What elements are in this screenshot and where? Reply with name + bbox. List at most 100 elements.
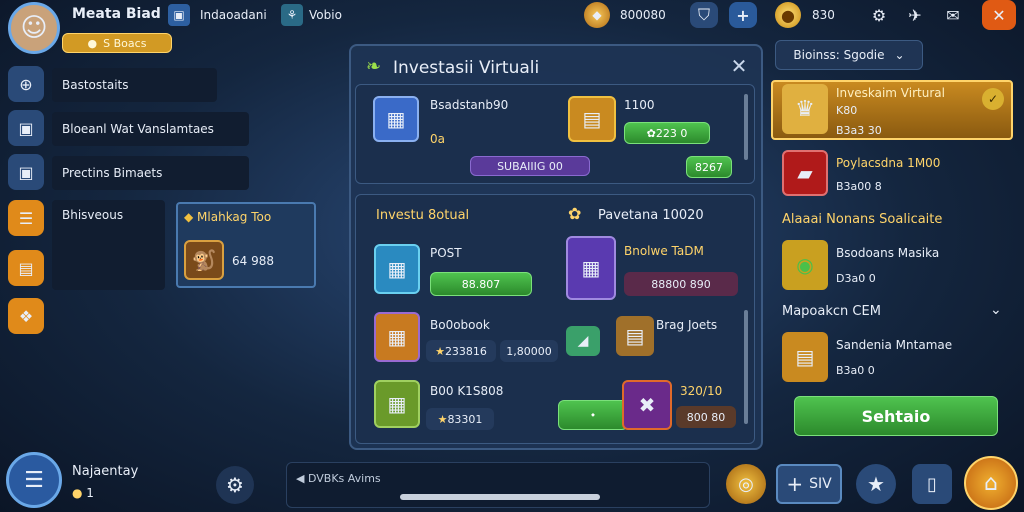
- item-action-5[interactable]: ⬩: [558, 400, 628, 430]
- menu-item-2[interactable]: Bloeanl Wat Vanslamtaes: [52, 112, 249, 146]
- scrollbar[interactable]: [744, 94, 748, 160]
- item-name-1: POST: [430, 246, 462, 260]
- feature-card[interactable]: ◆ Mlahkag Too 🐒 64 988: [176, 202, 316, 288]
- tab-1[interactable]: Indaoadani: [200, 8, 267, 22]
- item-value-3[interactable]: ★ 233816: [426, 340, 496, 362]
- left-icon-4[interactable]: ☰: [8, 200, 44, 236]
- blue-cube-icon: ▦: [373, 96, 419, 142]
- flower-icon: ✿: [568, 204, 582, 223]
- phone-icon[interactable]: ▯: [912, 464, 952, 504]
- trophy-icon: ♛: [782, 84, 828, 134]
- chat-bar[interactable]: [286, 462, 710, 508]
- gear-icon[interactable]: ⚙: [216, 466, 254, 504]
- chevron-down-icon[interactable]: ⌄: [990, 302, 1002, 318]
- top-price-bar[interactable]: ✿ 223 0: [624, 122, 710, 144]
- action-label: Sehtaio: [861, 406, 931, 426]
- menu-icon[interactable]: ☰: [6, 452, 62, 508]
- item-value-2[interactable]: 88800 890: [624, 272, 738, 296]
- chat-message: DVBKs Avims: [307, 472, 381, 485]
- tab2-icon[interactable]: ⚘: [281, 4, 303, 26]
- chevron-down-icon: ⌄: [894, 48, 905, 62]
- item2-val: B3a00 8: [836, 180, 882, 193]
- left-icon-3[interactable]: ▣: [8, 154, 44, 190]
- tab1-icon[interactable]: ▣: [168, 4, 190, 26]
- top-price-label: 1100: [624, 98, 655, 112]
- check-icon[interactable]: ✓: [982, 88, 1004, 110]
- card-title-text: Mlahkag Too: [197, 210, 272, 224]
- top-value-text: 8267: [695, 160, 723, 174]
- monkey-icon: 🐒: [184, 240, 224, 280]
- item-icon-3: ▦: [374, 312, 420, 362]
- plus-button[interactable]: + SIV: [776, 464, 842, 504]
- item-value-text: 88800 890: [651, 277, 711, 291]
- star-icon: ★: [437, 412, 448, 426]
- currency-1: 800080: [620, 8, 666, 22]
- item-name-3: Bo0obook: [430, 318, 490, 332]
- item-name-6: 320/10: [680, 384, 723, 398]
- left-icon-5[interactable]: ▤: [8, 250, 44, 286]
- menu-item-1[interactable]: Bastostaits: [52, 68, 217, 102]
- item2-title: Poylacsdna 1M00: [836, 156, 941, 170]
- gem-icon: ◆: [584, 2, 610, 28]
- close-icon[interactable]: ✕: [982, 0, 1016, 30]
- item-icon-6: ✖: [622, 380, 672, 430]
- featured-sub: K80: [836, 104, 858, 117]
- settings-gear-icon[interactable]: ⚙: [866, 2, 892, 28]
- gold-medal-icon[interactable]: ◎: [726, 464, 766, 504]
- arrow-left-icon: ◀: [296, 472, 308, 485]
- shield-icon[interactable]: ⛉: [690, 2, 718, 28]
- left-icon-1[interactable]: ⊕: [8, 66, 44, 102]
- scrollbar-2[interactable]: [744, 310, 748, 424]
- menu-item-3[interactable]: Prectins Bimaets: [52, 156, 249, 190]
- gift-icon: ✿: [646, 126, 656, 140]
- gold-box-icon: ▤: [782, 332, 828, 382]
- mail-icon[interactable]: ✉: [940, 2, 966, 28]
- left-icon-2[interactable]: ▣: [8, 110, 44, 146]
- tab-2[interactable]: Vobio: [309, 8, 342, 22]
- home-icon[interactable]: ⌂: [964, 456, 1018, 510]
- left-icon-6[interactable]: ❖: [8, 298, 44, 334]
- item-value-6[interactable]: 800 80: [676, 406, 736, 428]
- item-extra-text: 1,80000: [506, 344, 552, 358]
- item-value-text: 800 80: [686, 410, 726, 424]
- item-icon-4: ▤: [616, 316, 654, 356]
- avatar[interactable]: ☺: [8, 2, 60, 54]
- item-extra-3: 1,80000: [500, 340, 558, 362]
- leaf-icon: ❧: [366, 56, 382, 77]
- top-value-button[interactable]: 8267: [686, 156, 732, 178]
- featured-title: Inveskaim Virtural: [836, 86, 945, 100]
- item-name-2: Bnolwe TaDM: [624, 244, 704, 258]
- section-left-title: Investu 8otual: [376, 208, 470, 223]
- card-title: ◆ Mlahkag Too: [184, 210, 271, 224]
- star-icon[interactable]: ★: [856, 464, 896, 504]
- item-name-4: Brag Joets: [656, 318, 718, 332]
- menu-item-label: Bastostaits: [62, 78, 129, 92]
- gold-label: S Boacs: [103, 36, 147, 50]
- top-tag: SUBAIIIG 00: [470, 156, 590, 176]
- player-name: Meata Biad: [72, 6, 161, 22]
- modal-close-icon[interactable]: ✕: [725, 52, 753, 80]
- plus-icon[interactable]: +: [729, 2, 757, 28]
- category-dropdown[interactable]: Bioinss: Sgodie ⌄: [775, 40, 923, 70]
- menu-item-label: Prectins Bimaets: [62, 166, 163, 180]
- tools-icon[interactable]: ✈: [902, 2, 928, 28]
- card-badge-icon: ◆: [184, 210, 198, 224]
- item-value-text: 88.807: [461, 277, 501, 291]
- modal-title: Investasii Virtuali: [393, 58, 540, 78]
- red-card-icon: ▰: [782, 150, 828, 196]
- egg-icon: ●: [72, 486, 87, 500]
- top-item-sub: 0a: [430, 132, 445, 146]
- item-icon-1: ▦: [374, 244, 420, 294]
- menu-item-4-panel[interactable]: Bhisveous: [52, 200, 165, 290]
- item4-val: B3a0 0: [836, 364, 875, 377]
- gold-badge[interactable]: ● S Boacs: [62, 33, 172, 53]
- green-gem-icon: ◉: [782, 240, 828, 290]
- menu-item-label: Bloeanl Wat Vanslamtaes: [62, 122, 214, 136]
- item-value-1[interactable]: 88.807: [430, 272, 532, 296]
- star-icon: ★: [435, 344, 445, 358]
- item-value-5[interactable]: ★ 83301: [426, 408, 494, 430]
- action-button[interactable]: Sehtaio: [794, 396, 998, 436]
- chat-text: ◀ DVBKs Avims: [296, 472, 381, 485]
- currency-2: 830: [812, 8, 835, 22]
- item4-title: Sandenia Mntamae: [836, 338, 953, 352]
